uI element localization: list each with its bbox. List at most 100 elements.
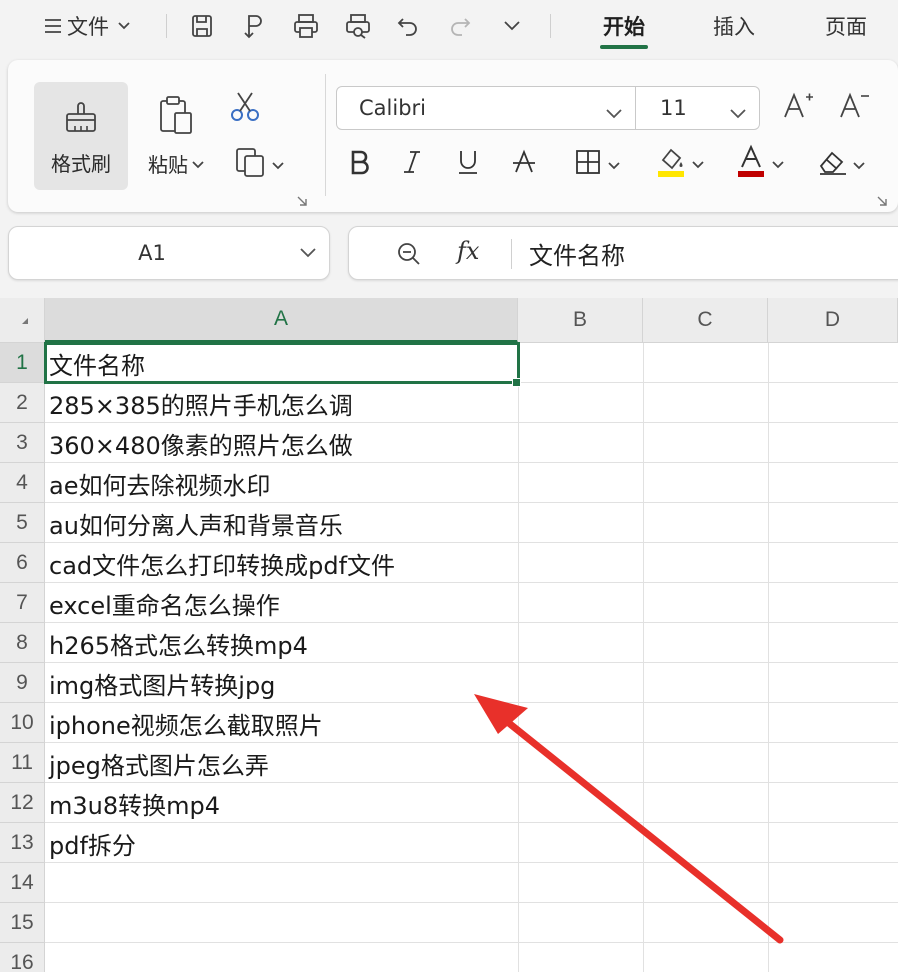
gridline [45,942,898,943]
row-header[interactable]: 7 [0,583,45,623]
chevron-down-icon[interactable] [299,245,317,264]
row-header[interactable]: 16 [0,943,45,972]
name-box-value: A1 [138,241,166,265]
divider [166,14,167,38]
redo-icon [448,14,472,38]
chevron-down-icon [608,155,620,174]
cell-a12[interactable]: m3u8转换mp4 [49,783,220,823]
scissors-icon [228,90,262,128]
print-icon [292,13,320,39]
active-tab-indicator [600,45,648,49]
copy-button[interactable] [224,142,294,186]
active-cell-border[interactable] [44,342,520,384]
chevron-down-icon [502,20,522,32]
font-size-dropdown[interactable]: 11 [636,86,760,130]
cell-a13[interactable]: pdf拆分 [49,823,136,863]
copy-icon [234,146,268,182]
underline-button[interactable] [446,142,490,186]
column-header-a[interactable]: A [45,298,518,343]
redo-button[interactable] [438,0,482,52]
row-header[interactable]: 10 [0,703,45,743]
chevron-down-icon [605,101,623,125]
fill-handle[interactable] [512,378,521,387]
zoom-search-icon[interactable] [395,240,423,272]
tab-page[interactable]: 页面 [808,0,884,52]
row-header[interactable]: 9 [0,663,45,703]
row-header[interactable]: 14 [0,863,45,903]
format-painter-button[interactable]: 格式刷 [34,82,128,190]
font-size-value: 11 [660,96,687,120]
bold-button[interactable] [338,142,382,186]
print-preview-button[interactable] [336,0,380,52]
eraser-icon [817,148,849,180]
row-header[interactable]: 3 [0,423,45,463]
row-header[interactable]: 5 [0,503,45,543]
cell-a3[interactable]: 360×480像素的照片怎么做 [49,423,353,463]
clipboard-icon [156,95,196,141]
cell-a9[interactable]: img格式图片转换jpg [49,663,275,703]
tab-insert[interactable]: 插入 [696,0,772,52]
insert-function-icon[interactable]: fx [457,237,479,265]
font-color-icon [734,144,768,182]
cell-a10[interactable]: iphone视频怎么截取照片 [49,703,323,743]
strikethrough-button[interactable] [502,142,546,186]
cell-a11[interactable]: jpeg格式图片怎么弄 [49,743,269,783]
row-header[interactable]: 4 [0,463,45,503]
cell-a6[interactable]: cad文件怎么打印转换成pdf文件 [49,543,395,583]
row-header[interactable]: 1 [0,343,45,383]
export-icon [241,13,267,39]
italic-button[interactable] [390,142,434,186]
column-header-b[interactable]: B [518,298,643,343]
fill-color-button[interactable] [644,140,714,186]
undo-button[interactable] [386,0,430,52]
borders-button[interactable] [564,142,630,186]
font-grow-icon [782,91,814,125]
clear-formatting-button[interactable] [806,142,876,186]
file-menu-button[interactable]: 文件 [12,0,162,52]
chevron-down-icon [853,155,865,174]
decrease-font-size-button[interactable] [832,86,876,130]
font-name-value: Calibri [359,96,426,120]
italic-icon [401,149,423,179]
gridline [518,343,519,972]
spreadsheet-grid: A B C D 1 文件名称 2 285×385的照片手机怎么调 3 360×480像素的… [0,298,898,972]
row-header[interactable]: 2 [0,383,45,423]
font-name-dropdown[interactable]: Calibri [336,86,636,130]
row-header[interactable]: 12 [0,783,45,823]
print-button[interactable] [284,0,328,52]
increase-font-size-button[interactable] [776,86,820,130]
clipboard-dialog-launcher-icon[interactable] [296,192,308,206]
column-header-c[interactable]: C [643,298,768,343]
formula-input[interactable]: 文件名称 [529,227,625,279]
export-pdf-button[interactable] [232,0,276,52]
cell-a2[interactable]: 285×385的照片手机怎么调 [49,383,353,423]
divider [511,239,512,269]
chevron-down-icon [729,101,747,125]
row-header[interactable]: 13 [0,823,45,863]
cut-button[interactable] [220,84,270,134]
cell-a7[interactable]: excel重命名怎么操作 [49,583,280,623]
paste-button[interactable]: 粘贴 [136,82,216,190]
name-box[interactable]: A1 [8,226,330,280]
row-header[interactable]: 11 [0,743,45,783]
column-header-d[interactable]: D [768,298,898,343]
gridline [45,862,898,863]
quick-access-more-button[interactable] [492,0,532,52]
paste-label: 粘贴 [148,152,188,177]
cell-a5[interactable]: au如何分离人声和背景音乐 [49,503,343,543]
ribbon-home: 格式刷 粘贴 Calibri 11 [8,60,898,212]
save-button[interactable] [180,0,224,52]
cell-a8[interactable]: h265格式怎么转换mp4 [49,623,308,663]
font-color-button[interactable] [724,140,794,186]
row-header[interactable]: 8 [0,623,45,663]
row-header[interactable]: 6 [0,543,45,583]
gridline [643,343,644,972]
font-shrink-icon [838,91,870,125]
select-all-button[interactable] [0,298,45,343]
cell-a4[interactable]: ae如何去除视频水印 [49,463,270,503]
font-dialog-launcher-icon[interactable] [876,192,888,206]
row-header[interactable]: 15 [0,903,45,943]
paint-bucket-icon [654,144,688,182]
hamburger-icon [43,17,63,35]
formula-bar[interactable]: fx 文件名称 [348,226,898,280]
